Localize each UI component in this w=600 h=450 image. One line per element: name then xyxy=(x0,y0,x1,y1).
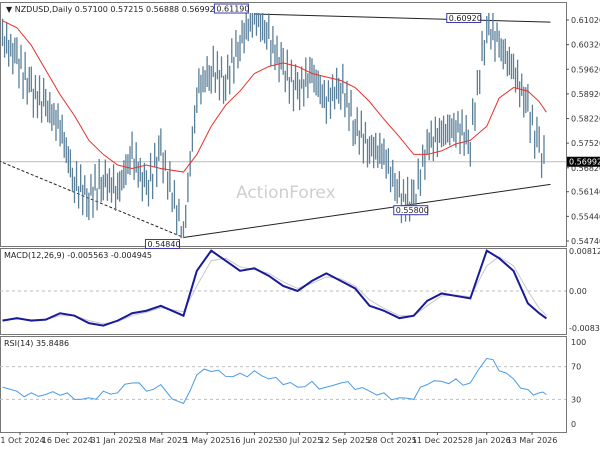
macd-line xyxy=(2,249,547,327)
price-chart-header: ▼ NZDUSD,Daily 0.57100 0.57215 0.56888 0… xyxy=(6,5,215,14)
macd-signal-line xyxy=(2,256,547,325)
x-tick-label: 28 Jan 2026 xyxy=(463,436,511,445)
ohlc-high: 0.57215 xyxy=(110,5,144,14)
price-annotation: 0.55800 xyxy=(396,206,429,215)
macd-y-label: 0.008126 xyxy=(569,247,600,256)
price-annotation: 0.54840 xyxy=(147,240,180,249)
y-tick-label: 0.56140 xyxy=(571,188,600,197)
x-tick-label: 31 Oct 2024 xyxy=(0,436,45,445)
x-tick-label: 13 Mar 2026 xyxy=(507,436,558,445)
macd-y-label: 0.00 xyxy=(569,287,587,296)
x-tick-label: 16 Dec 2024 xyxy=(42,436,93,445)
ohlc-close: 0.56992 xyxy=(181,5,215,14)
moving-average-line xyxy=(2,20,547,173)
trendline xyxy=(0,160,184,238)
current-price-label: 0.56992 xyxy=(569,158,600,167)
menu-triangle-icon[interactable]: ▼ xyxy=(6,5,12,14)
watermark: ActionForex xyxy=(236,183,336,203)
x-tick-label: 11 Dec 2025 xyxy=(412,436,463,445)
rsi-y-label: 70 xyxy=(571,363,581,372)
y-tick-label: 0.58220 xyxy=(571,115,600,124)
rsi-y-label: 30 xyxy=(571,395,581,404)
x-tick-label: 16 Jun 2025 xyxy=(230,436,278,445)
price-annotation: 0.60920 xyxy=(449,14,482,23)
y-tick-label: 0.54740 xyxy=(571,237,600,246)
y-tick-label: 0.59620 xyxy=(571,65,600,74)
x-tick-label: 18 Mar 2025 xyxy=(137,436,188,445)
x-tick-label: 1 May 2025 xyxy=(184,436,231,445)
y-tick-label: 0.55440 xyxy=(571,212,600,221)
y-tick-label: 0.61020 xyxy=(571,16,600,25)
x-tick-label: 31 Jan 2025 xyxy=(91,436,139,445)
rsi-title: RSI(14) 35.8486 xyxy=(4,339,70,348)
symbol-title: NZDUSD,Daily xyxy=(14,5,73,14)
macd-title: MACD(12,26,9) -0.005563 -0.004945 xyxy=(4,251,152,260)
ohlc-low: 0.56888 xyxy=(146,5,180,14)
chart: 0.61020 0.60320 0.59620 0.58920 0.58220 0.575… xyxy=(0,2,600,445)
y-tick-label: 0.58920 xyxy=(571,90,600,99)
rsi-line xyxy=(2,357,547,405)
rsi-y-label: 100 xyxy=(571,338,586,347)
y-tick-label: 0.60320 xyxy=(571,41,600,50)
trendline xyxy=(254,13,551,23)
ohlc-open: 0.57100 xyxy=(74,5,108,14)
x-tick-label: 30 Jul 2025 xyxy=(277,436,322,445)
y-tick-label: 0.57520 xyxy=(571,139,600,148)
x-tick-label: 12 Sep 2025 xyxy=(320,436,371,445)
macd-y-label: -0.008301 xyxy=(569,324,600,333)
price-annotation: 0.61190 xyxy=(216,5,249,14)
x-tick-label: 28 Oct 2025 xyxy=(367,436,416,445)
rsi-y-label: 0 xyxy=(571,420,576,429)
